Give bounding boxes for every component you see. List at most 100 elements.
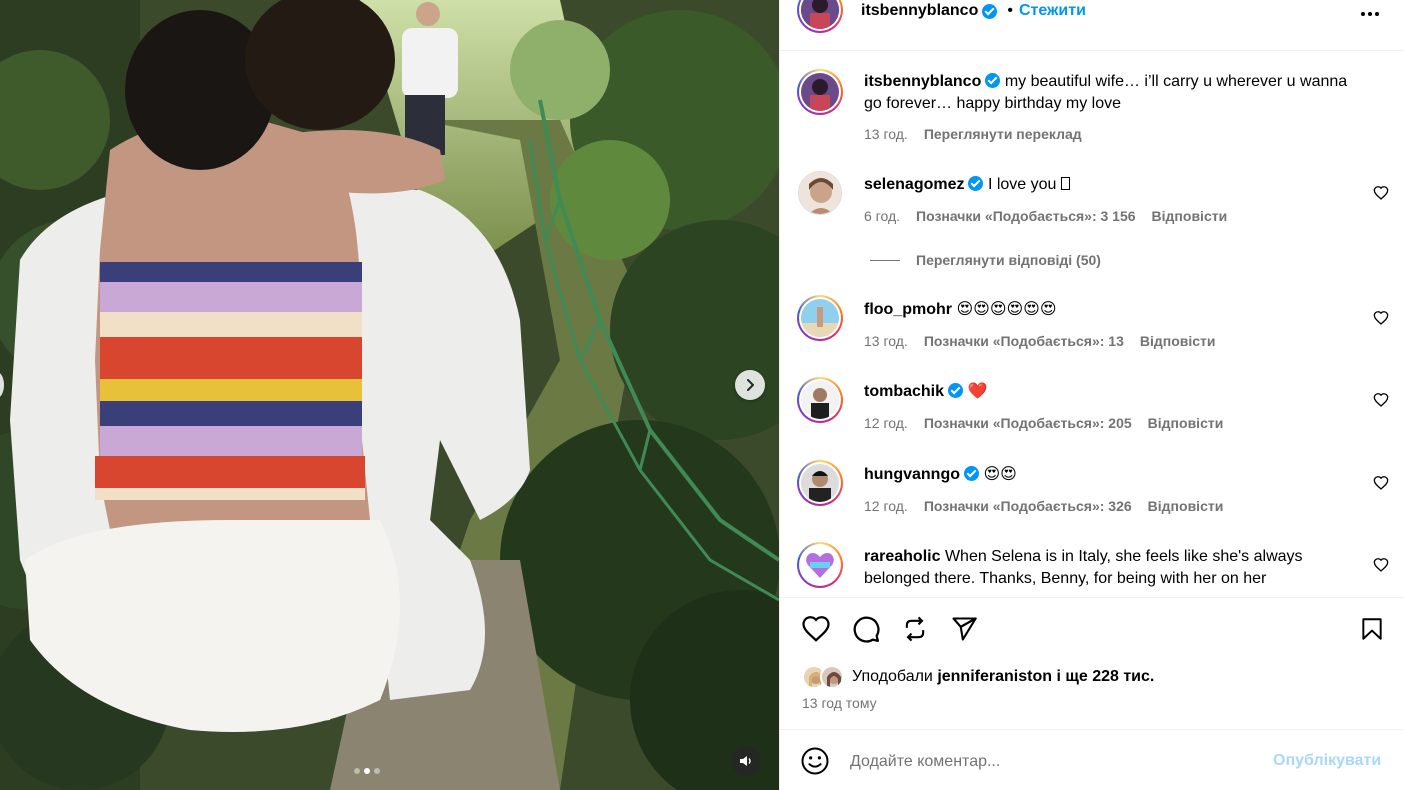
commenter-story-ring[interactable] — [797, 377, 843, 423]
likes-prefix: Уподобали — [852, 668, 933, 685]
repost-button[interactable] — [899, 613, 931, 645]
audio-toggle-button[interactable] — [731, 746, 761, 776]
comment-username[interactable]: rareaholic — [864, 548, 940, 565]
see-translation-button[interactable]: Переглянути переклад — [924, 126, 1082, 142]
bookmark-icon — [1362, 618, 1382, 640]
commenter-avatar — [801, 546, 839, 584]
follow-button[interactable]: Стежити — [1019, 2, 1086, 20]
commenter-avatar — [801, 381, 839, 419]
comment-username[interactable]: selenagomez — [864, 176, 964, 193]
comment-text: I love you — [987, 176, 1061, 193]
slide-dot — [374, 768, 380, 774]
comment-likes[interactable]: Позначки «Подобається»: 326 — [924, 498, 1132, 514]
comment-username[interactable]: floo_pmohr — [864, 301, 952, 318]
comment-text-block: hungvanngo 😍😍 — [864, 464, 1354, 486]
slide-indicator — [354, 768, 380, 774]
comment-likes[interactable]: Позначки «Подобається»: 3 156 — [916, 208, 1136, 224]
post-header: itsbennyblanco • Стежити — [780, 0, 1404, 51]
comment-icon — [853, 616, 880, 643]
comment-text-block: selenagomez I love you — [864, 174, 1354, 196]
post-actions: Уподобали jenniferaniston і ще 228 тис. … — [780, 597, 1404, 729]
caption-text-block: itsbennyblanco my beautiful wife… i’ll c… — [864, 71, 1354, 115]
smiley-icon[interactable] — [800, 746, 830, 776]
reply-button[interactable]: Відповісти — [1140, 333, 1216, 349]
commenter-avatar — [801, 299, 839, 337]
comment-likes[interactable]: Позначки «Подобається»: 205 — [924, 415, 1132, 431]
comment-meta: 13 год. Позначки «Подобається»: 13 Відпо… — [864, 333, 1216, 349]
chevron-right-icon — [747, 379, 754, 391]
comment-like-heart-icon[interactable] — [1373, 475, 1389, 491]
comment-like-heart-icon[interactable] — [1373, 310, 1389, 326]
caption-avatar — [801, 73, 839, 111]
comment-like-heart-icon[interactable] — [1373, 557, 1389, 573]
add-comment-bar: Опублікувати — [780, 729, 1404, 790]
speaker-icon — [740, 756, 751, 766]
send-icon — [952, 617, 977, 641]
verified-badge-icon — [982, 3, 998, 19]
likes-middle: і — [1056, 668, 1061, 685]
commenter-story-ring[interactable] — [797, 542, 843, 588]
post-media[interactable] — [0, 0, 779, 790]
comment-text-block: tombachik ❤️ — [864, 381, 1354, 403]
comment-meta: 6 год. Позначки «Подобається»: 3 156 Від… — [864, 208, 1227, 224]
comment-meta: 12 год. Позначки «Подобається»: 326 Відп… — [864, 498, 1223, 514]
commenter-story-ring[interactable] — [797, 460, 843, 506]
verified-badge-icon — [985, 73, 1001, 88]
comment-like-heart-icon[interactable] — [1373, 392, 1389, 408]
view-replies-button[interactable]: Переглянути відповіді (50) — [870, 252, 1101, 268]
commenter-avatar — [801, 464, 839, 502]
missing-glyph-icon — [1060, 177, 1070, 190]
replies-divider — [870, 259, 900, 261]
comment-text: 😍😍 — [983, 466, 1017, 483]
share-button[interactable] — [948, 613, 980, 645]
comment-time[interactable]: 13 год. — [864, 333, 908, 349]
separator-dot: • — [1007, 2, 1013, 19]
post-photo — [0, 0, 779, 790]
post-dialog: itsbennyblanco • Стежити itsbennyblanco … — [0, 0, 1404, 790]
author-username[interactable]: itsbennyblanco — [861, 2, 978, 20]
comments-list[interactable]: itsbennyblanco my beautiful wife… i’ll c… — [780, 52, 1404, 597]
slide-dot-active — [364, 768, 370, 774]
comment-likes[interactable]: Позначки «Подобається»: 13 — [924, 333, 1124, 349]
like-button[interactable] — [800, 613, 832, 645]
author-story-ring[interactable] — [797, 0, 843, 33]
comment-button[interactable] — [850, 613, 882, 645]
more-options-icon[interactable] — [1358, 2, 1382, 26]
header-user-row: itsbennyblanco • Стежити — [861, 2, 1086, 20]
commenter-story-ring[interactable] — [797, 295, 843, 341]
save-button[interactable] — [1356, 613, 1388, 645]
publish-button[interactable]: Опублікувати — [1273, 752, 1381, 770]
comment-like-heart-icon[interactable] — [1373, 185, 1389, 201]
comment-text-block: floo_pmohr 😍😍😍😍😍😍 — [864, 299, 1354, 321]
post-timestamp[interactable]: 13 год тому — [802, 695, 877, 711]
slide-dot — [354, 768, 360, 774]
caption-time[interactable]: 13 год. — [864, 126, 908, 142]
post-side-panel: itsbennyblanco • Стежити itsbennyblanco … — [779, 0, 1404, 790]
comment-time[interactable]: 6 год. — [864, 208, 900, 224]
verified-badge-icon — [948, 383, 964, 398]
reply-button[interactable]: Відповісти — [1152, 208, 1228, 224]
comment-text-block: rareaholic When Selena is in Italy, she … — [864, 546, 1354, 590]
heart-icon — [802, 616, 830, 642]
comment-username[interactable]: tombachik — [864, 383, 944, 400]
comment-text: ❤️ — [967, 383, 988, 400]
caption-story-ring[interactable] — [797, 69, 843, 115]
comment-username[interactable]: hungvanngo — [864, 466, 960, 483]
reply-button[interactable]: Відповісти — [1148, 415, 1224, 431]
verified-badge-icon — [968, 176, 984, 191]
liker-avatar — [820, 665, 844, 689]
comment-time[interactable]: 12 год. — [864, 415, 908, 431]
likes-summary: Уподобали jenniferaniston і ще 228 тис. — [802, 665, 1154, 689]
comment-time[interactable]: 12 год. — [864, 498, 908, 514]
view-replies-label[interactable]: Переглянути відповіді (50) — [916, 252, 1101, 268]
comment-text: 😍😍😍😍😍😍 — [956, 301, 1057, 318]
commenter-avatar[interactable] — [798, 171, 842, 215]
caption-meta: 13 год. Переглянути переклад — [864, 126, 1082, 142]
next-slide-button[interactable] — [735, 370, 765, 400]
liker-avatars[interactable] — [802, 665, 846, 689]
caption-username[interactable]: itsbennyblanco — [864, 73, 981, 90]
likes-count-link[interactable]: ще 228 тис. — [1065, 668, 1154, 686]
comment-input[interactable] — [850, 748, 1250, 776]
reply-button[interactable]: Відповісти — [1148, 498, 1224, 514]
likes-user-link[interactable]: jenniferaniston — [937, 668, 1052, 686]
